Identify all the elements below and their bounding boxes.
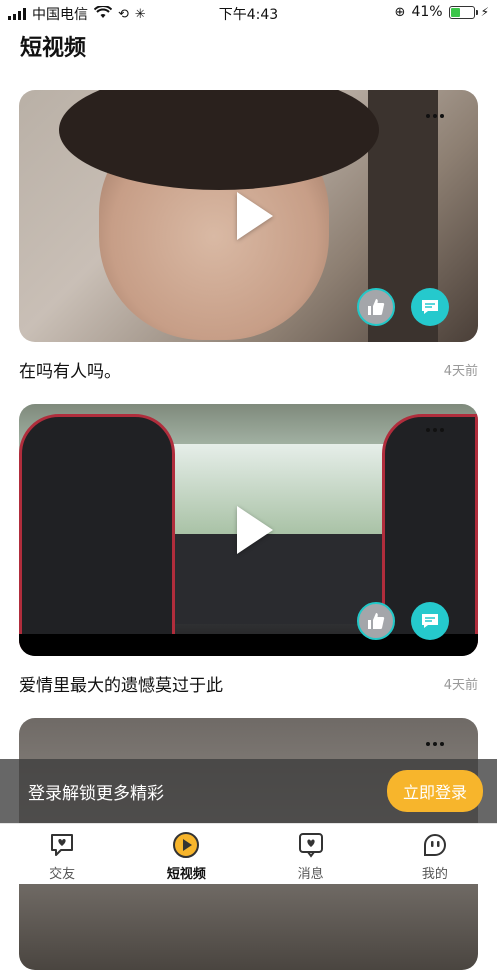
- video-title[interactable]: 在吗有人吗。: [19, 357, 121, 382]
- tab-messages[interactable]: 消息: [249, 824, 373, 884]
- thumbs-up-icon: [368, 613, 385, 629]
- play-circle-icon: [171, 830, 201, 860]
- page-title: 短视频: [20, 36, 87, 61]
- thumbnail-seat-left: [19, 414, 175, 650]
- video-time: 4天前: [443, 678, 478, 693]
- tab-short-video[interactable]: 短视频: [124, 824, 248, 884]
- play-icon[interactable]: [236, 192, 273, 240]
- orientation-lock-icon: ⊕: [394, 4, 406, 20]
- battery-percent: 41%: [411, 4, 443, 20]
- login-prompt-text: 登录解锁更多精彩: [28, 783, 164, 804]
- video-card[interactable]: 爱情里最大的遗憾莫过于此 4天前: [19, 404, 478, 696]
- status-bar: 中国电信 ⟲ ✳ 下午4:43 ⊕ 41% ⚡: [0, 0, 497, 26]
- bottom-tab-bar: 交友 短视频 消息 我的: [0, 823, 497, 884]
- comment-icon: [422, 300, 438, 314]
- comment-icon: [422, 614, 438, 628]
- thumbs-up-icon: [368, 299, 385, 315]
- play-icon[interactable]: [236, 506, 273, 554]
- profile-face-icon: [420, 830, 450, 860]
- tab-label: 消息: [297, 867, 324, 882]
- more-options-icon[interactable]: [426, 742, 444, 746]
- video-card[interactable]: 在吗有人吗。 4天前: [19, 90, 478, 382]
- tab-label: 我的: [421, 867, 448, 882]
- comment-button[interactable]: [411, 602, 449, 640]
- message-heart-icon: [296, 830, 326, 860]
- comment-button[interactable]: [411, 288, 449, 326]
- login-button[interactable]: 立即登录: [386, 770, 483, 812]
- tab-label: 短视频: [166, 867, 206, 882]
- thumbnail-bar: [19, 634, 478, 656]
- video-time: 4天前: [443, 364, 478, 379]
- battery-icon: [448, 5, 478, 19]
- charging-icon: ⚡: [480, 5, 489, 19]
- battery-level: [450, 7, 461, 17]
- more-options-icon[interactable]: [426, 114, 444, 118]
- like-button[interactable]: [357, 288, 395, 326]
- login-banner: 登录解锁更多精彩 立即登录: [0, 759, 497, 823]
- tab-label: 交友: [49, 867, 76, 882]
- more-options-icon[interactable]: [426, 428, 444, 432]
- video-thumbnail[interactable]: [19, 90, 478, 342]
- heart-chat-icon: [47, 830, 77, 860]
- video-thumbnail[interactable]: [19, 404, 478, 656]
- video-title[interactable]: 爱情里最大的遗憾莫过于此: [19, 671, 223, 696]
- tab-friends[interactable]: 交友: [0, 824, 124, 884]
- like-button[interactable]: [357, 602, 395, 640]
- tab-me[interactable]: 我的: [373, 824, 497, 884]
